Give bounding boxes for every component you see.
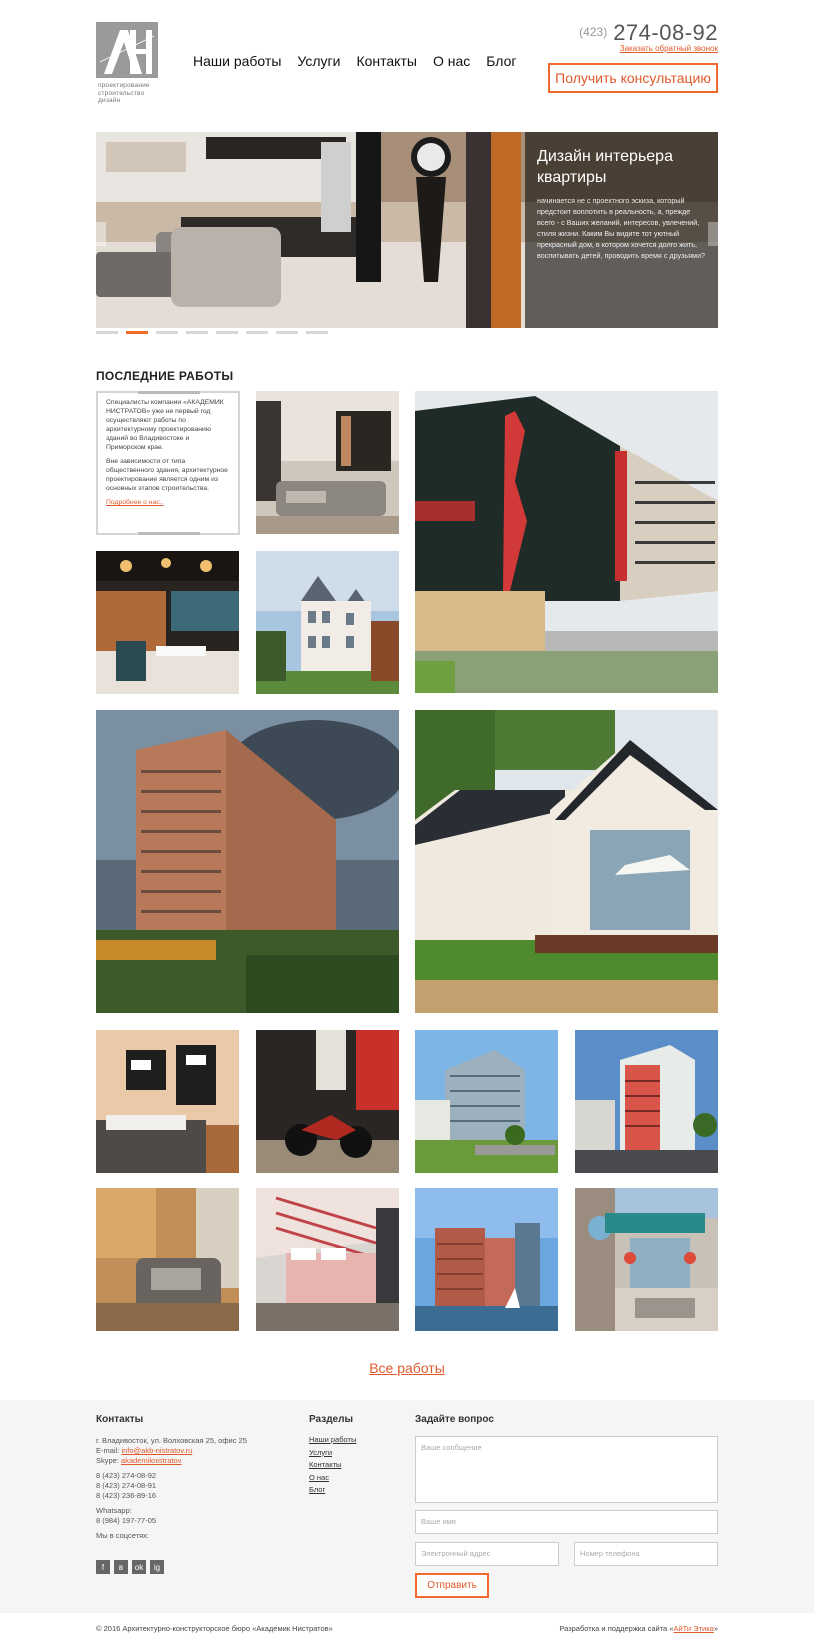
slider-dot[interactable] (216, 331, 238, 334)
slide-text: начинается не с проектного эскиза, котор… (537, 196, 706, 260)
slider-dot[interactable] (246, 331, 268, 334)
skype-row: Skype: akademiknistratov (96, 1456, 247, 1466)
contacts-heading: Контакты (96, 1414, 144, 1425)
skype-link[interactable]: akademiknistratov (121, 1456, 181, 1465)
about-text-1: Специалисты компании «АКАДЕМИК НИСТРАТОВ… (106, 399, 224, 451)
facebook-icon[interactable]: f (96, 1560, 110, 1574)
slider-dot[interactable] (186, 331, 208, 334)
logo[interactable]: проектирование строительство дизайн (96, 22, 158, 104)
ask-heading: Задайте вопрос (415, 1414, 494, 1425)
work-highrise[interactable] (96, 710, 399, 1013)
phone-input[interactable]: Номер телефона (574, 1542, 718, 1566)
footer-link-works[interactable]: Наши работы (309, 1434, 356, 1447)
nav-item-contacts[interactable]: Контакты (356, 53, 416, 69)
box-top-bar (138, 391, 200, 394)
hero-slider: Дизайн интерьера квартиры начинается не … (96, 132, 718, 328)
whatsapp-number: 8 (984) 197-77-05 (96, 1516, 157, 1525)
footer-link-services[interactable]: Услуги (309, 1447, 356, 1460)
email-label: E-mail: (96, 1446, 120, 1455)
sections-heading: Разделы (309, 1414, 353, 1425)
work-shop-entrance[interactable] (575, 1188, 718, 1331)
social-label: Мы в соцсетях: (96, 1531, 150, 1540)
vk-icon[interactable]: в (114, 1560, 128, 1574)
header-phone[interactable]: (423) 274-08-92 (579, 20, 718, 46)
works-title: ПОСЛЕДНИЕ РАБОТЫ (96, 369, 234, 383)
callback-link[interactable]: Заказать обратный звонок (620, 44, 718, 53)
send-button[interactable]: Отправить (415, 1573, 489, 1598)
whatsapp-label: Whatsapp: (96, 1506, 132, 1515)
work-glass-office[interactable] (415, 1030, 558, 1173)
developer-link[interactable]: АйТи Этика (673, 1624, 713, 1633)
phone-1: 8 (423) 274-08-92 (96, 1471, 157, 1480)
slider-prev-button[interactable] (96, 222, 106, 246)
work-waterfront-towers[interactable] (415, 1188, 558, 1331)
slider-dot[interactable] (276, 331, 298, 334)
work-black-building[interactable] (415, 391, 718, 693)
dev-suffix: » (713, 1624, 718, 1633)
slide-caption: Дизайн интерьера квартиры начинается не … (525, 132, 718, 328)
about-text-2: Вне зависимости от типа общественного зд… (106, 458, 228, 492)
nav-item-services[interactable]: Услуги (297, 53, 340, 69)
address: г. Владивосток, ул. Волховская 25, офис … (96, 1436, 247, 1445)
footer-link-blog[interactable]: Блог (309, 1484, 356, 1497)
contacts-info: г. Владивосток, ул. Волховская 25, офис … (96, 1436, 247, 1541)
phone-2: 8 (423) 274-08-91 (96, 1481, 157, 1490)
slider-dot[interactable] (156, 331, 178, 334)
work-armchair-room[interactable] (96, 1188, 239, 1331)
footer-link-about[interactable]: О нас (309, 1472, 356, 1485)
phone-number: 274-08-92 (613, 20, 718, 45)
work-cottages[interactable] (415, 710, 718, 1013)
footer-link-contacts[interactable]: Контакты (309, 1459, 356, 1472)
about-box: Специалисты компании «АКАДЕМИК НИСТРАТОВ… (96, 391, 240, 535)
work-cafe[interactable] (96, 551, 239, 694)
work-pink-building[interactable] (575, 1030, 718, 1173)
developer-credit: Разработка и поддержка сайта «АйТи Этика… (559, 1624, 718, 1633)
sections-links: Наши работы Услуги Контакты О нас Блог (309, 1434, 356, 1497)
work-living-room[interactable] (256, 391, 399, 534)
social-links: f в ok ig (96, 1560, 164, 1574)
logo-mark-icon (96, 22, 158, 78)
slider-dots (96, 331, 328, 334)
main-nav: Наши работы Услуги Контакты О нас Блог (193, 53, 516, 69)
name-input[interactable]: Ваше имя (415, 1510, 718, 1534)
nav-item-works[interactable]: Наши работы (193, 53, 281, 69)
consultation-button[interactable]: Получить консультацию (548, 63, 718, 93)
email-link[interactable]: info@akb-nistratov.ru (121, 1446, 192, 1455)
work-motorcycle-room[interactable] (256, 1030, 399, 1173)
email-row: E-mail: info@akb-nistratov.ru (96, 1446, 247, 1456)
copyright: © 2016 Архитектурно-конструкторское бюро… (96, 1624, 333, 1633)
nav-item-blog[interactable]: Блог (486, 53, 516, 69)
email-input[interactable]: Электронный адрес (415, 1542, 559, 1566)
slider-dot[interactable] (126, 331, 148, 334)
skype-label: Skype: (96, 1456, 119, 1465)
slide-title: Дизайн интерьера квартиры (537, 148, 673, 186)
phone-code: (423) (579, 25, 608, 39)
box-bottom-bar (138, 532, 200, 535)
message-textarea[interactable]: Ваше сообщение (415, 1436, 718, 1503)
dev-prefix: Разработка и поддержка сайта « (559, 1624, 674, 1633)
all-works-link[interactable]: Все работы (0, 1360, 814, 1376)
nav-item-about[interactable]: О нас (433, 53, 470, 69)
slider-dot[interactable] (306, 331, 328, 334)
work-victorian-house[interactable] (256, 551, 399, 694)
slider-dot[interactable] (96, 331, 118, 334)
work-pink-bedroom[interactable] (256, 1188, 399, 1331)
about-more-link[interactable]: Подробнее о нас.. (106, 499, 164, 506)
slider-next-button[interactable] (708, 222, 718, 246)
work-bedroom-posters[interactable] (96, 1030, 239, 1173)
odnoklassniki-icon[interactable]: ok (132, 1560, 146, 1574)
instagram-icon[interactable]: ig (150, 1560, 164, 1574)
phone-3: 8 (423) 236-89-16 (96, 1491, 157, 1500)
logo-subtitle: проектирование строительство дизайн (98, 82, 150, 104)
